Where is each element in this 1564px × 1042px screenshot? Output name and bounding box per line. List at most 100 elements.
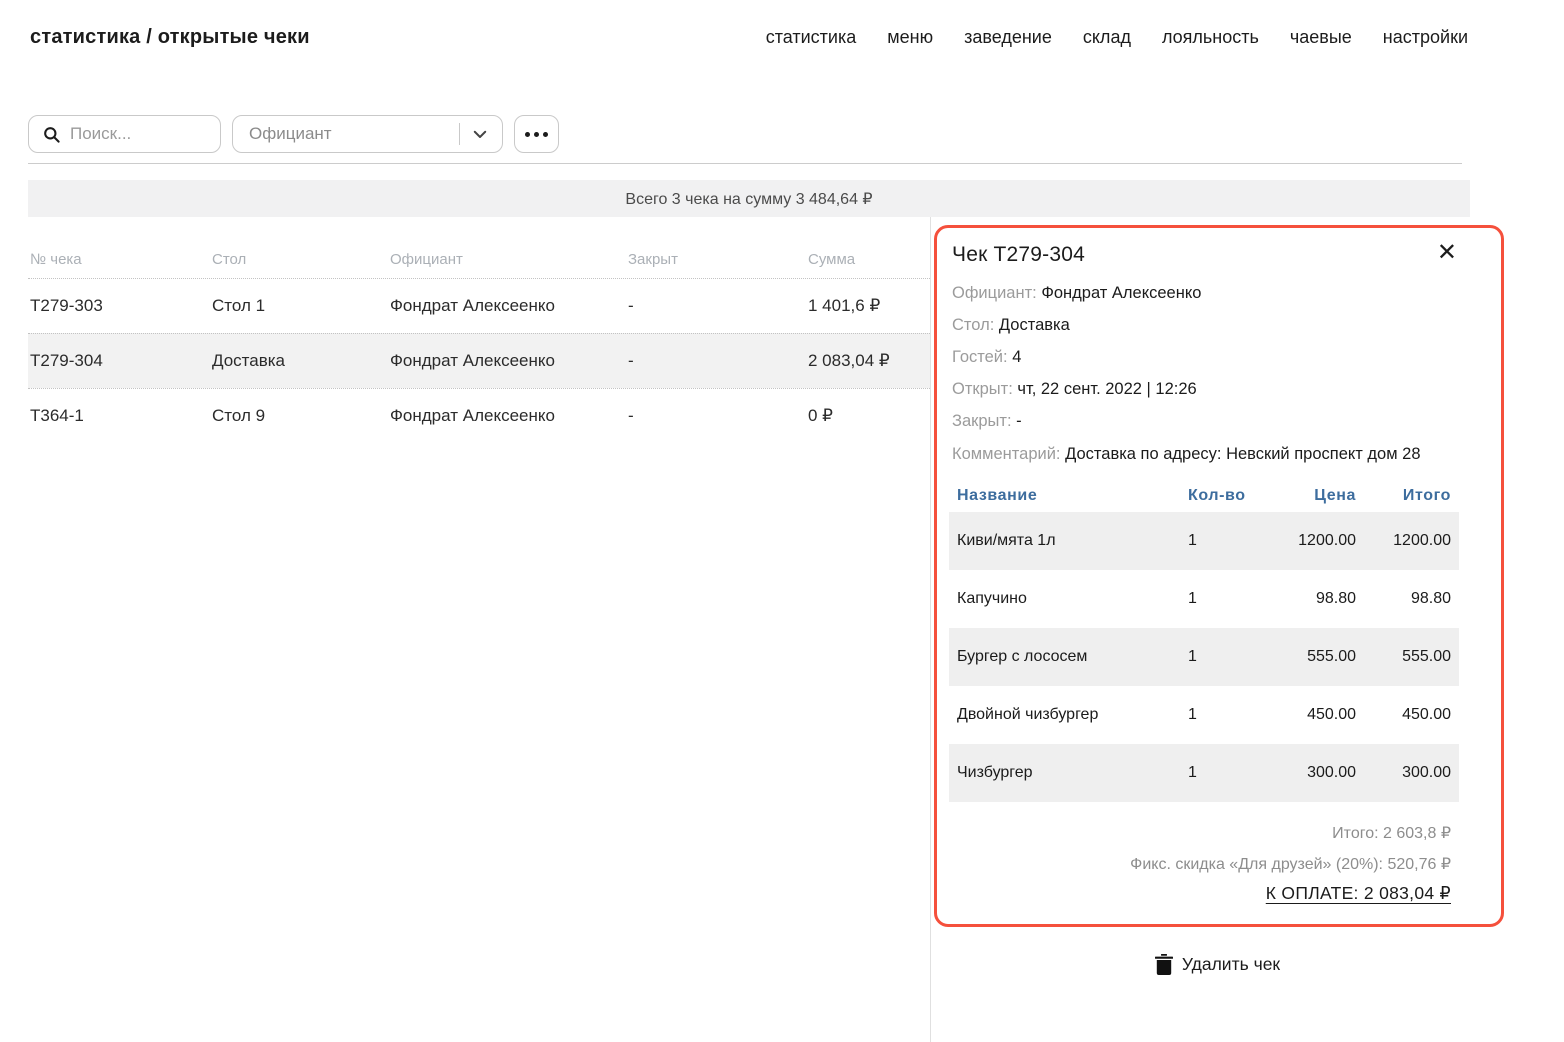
item-qty: 1: [1188, 706, 1256, 724]
table-row[interactable]: T279-303 Стол 1 Фондрат Алексеенко - 1 4…: [28, 278, 930, 333]
nav-item-stock[interactable]: склад: [1083, 27, 1131, 48]
cell-sum: 1 401,6 ₽: [808, 296, 930, 316]
waiter-filter-label: Официант: [249, 124, 332, 144]
field-opened: Открыт: чт, 22 сент. 2022 | 12:26: [952, 373, 1459, 405]
nav-item-menu[interactable]: меню: [887, 27, 933, 48]
item-name: Двойной чизбургер: [957, 706, 1188, 724]
check-title: Чек T279-304: [952, 243, 1085, 267]
item-name: Капучино: [957, 590, 1188, 608]
item-total: 555.00: [1356, 648, 1451, 666]
nav-item-venue[interactable]: заведение: [964, 27, 1052, 48]
nav-item-statistics[interactable]: статистика: [766, 27, 857, 48]
items-col-qty: Кол-во: [1188, 487, 1256, 505]
check-detail-panel: Чек T279-304 ✕ Официант: Фондрат Алексее…: [934, 225, 1504, 927]
items-table-body: Киви/мята 1л 1 1200.00 1200.00 Капучино …: [949, 512, 1459, 802]
check-detail-area: Чек T279-304 ✕ Официант: Фондрат Алексее…: [930, 217, 1564, 1042]
payable-line: К ОПЛАТЕ: 2 083,04 ₽: [949, 883, 1451, 904]
subtotal-line: Итого: 2 603,8 ₽: [949, 818, 1451, 849]
cell-check-number: T279-304: [30, 351, 212, 371]
field-guests: Гостей: 4: [952, 341, 1459, 373]
check-fields: Официант: Фондрат Алексеенко Стол: Доста…: [949, 277, 1459, 466]
item-qty: 1: [1188, 590, 1256, 608]
item-row: Капучино 1 98.80 98.80: [949, 570, 1459, 628]
item-name: Чизбургер: [957, 764, 1188, 782]
cell-closed: -: [628, 406, 808, 426]
table-row[interactable]: T364-1 Стол 9 Фондрат Алексеенко - 0 ₽: [28, 388, 930, 443]
item-name: Бургер с лососем: [957, 648, 1188, 666]
check-totals: Итого: 2 603,8 ₽ Фикс. скидка «Для друзе…: [949, 818, 1459, 904]
field-waiter: Официант: Фондрат Алексеенко: [952, 277, 1459, 309]
col-header-table: Стол: [212, 251, 390, 268]
cell-sum: 0 ₽: [808, 406, 930, 426]
col-header-closed: Закрыт: [628, 251, 808, 268]
search-box[interactable]: [28, 115, 221, 153]
item-row: Чизбургер 1 300.00 300.00: [949, 744, 1459, 802]
item-price: 555.00: [1256, 648, 1356, 666]
filters-toolbar: Официант: [28, 115, 559, 153]
nav-item-loyalty[interactable]: лояльность: [1162, 27, 1259, 48]
col-header-check-number: № чека: [30, 251, 212, 268]
toolbar-divider: [28, 163, 1462, 164]
table-row-selected[interactable]: T279-304 Доставка Фондрат Алексеенко - 2…: [28, 333, 930, 388]
close-icon[interactable]: ✕: [1435, 243, 1459, 263]
select-divider: [459, 123, 460, 145]
item-price: 450.00: [1256, 706, 1356, 724]
chevron-down-icon[interactable]: [471, 125, 489, 143]
page-title: статистика / открытые чеки: [30, 26, 310, 49]
items-col-price: Цена: [1256, 487, 1356, 505]
checks-table-body: T279-303 Стол 1 Фондрат Алексеенко - 1 4…: [28, 278, 930, 443]
delete-check-button[interactable]: Удалить чек: [931, 954, 1504, 975]
col-header-waiter: Официант: [390, 251, 628, 268]
item-qty: 1: [1188, 764, 1256, 782]
item-row: Киви/мята 1л 1 1200.00 1200.00: [949, 512, 1459, 570]
field-closed: Закрыт: -: [952, 405, 1459, 437]
checks-table: № чека Стол Официант Закрыт Сумма T279-3…: [28, 240, 930, 443]
col-header-sum: Сумма: [808, 251, 930, 268]
items-table-header: Название Кол-во Цена Итого: [949, 480, 1459, 512]
item-name: Киви/мята 1л: [957, 532, 1188, 550]
nav-item-tips[interactable]: чаевые: [1290, 27, 1352, 48]
item-row: Бургер с лососем 1 555.00 555.00: [949, 628, 1459, 686]
trash-icon: [1155, 954, 1173, 975]
item-qty: 1: [1188, 648, 1256, 666]
item-total: 98.80: [1356, 590, 1451, 608]
top-header: статистика / открытые чеки статистика ме…: [30, 26, 1468, 49]
item-total: 450.00: [1356, 706, 1451, 724]
summary-bar: Всего 3 чека на сумму 3 484,64 ₽: [28, 180, 1470, 217]
cell-waiter: Фондрат Алексеенко: [390, 296, 628, 316]
item-price: 1200.00: [1256, 532, 1356, 550]
main-nav: статистика меню заведение склад лояльнос…: [766, 27, 1468, 48]
cell-check-number: T279-303: [30, 296, 212, 316]
cell-closed: -: [628, 296, 808, 316]
cell-sum: 2 083,04 ₽: [808, 351, 930, 371]
more-options-icon: [525, 132, 548, 137]
field-comment: Комментарий: Доставка по адресу: Невский…: [952, 437, 1459, 466]
cell-waiter: Фондрат Алексеенко: [390, 406, 628, 426]
items-col-name: Название: [957, 487, 1188, 505]
delete-check-label: Удалить чек: [1182, 954, 1280, 975]
item-price: 98.80: [1256, 590, 1356, 608]
cell-table: Стол 9: [212, 406, 390, 426]
item-price: 300.00: [1256, 764, 1356, 782]
waiter-filter-select[interactable]: Официант: [232, 115, 503, 153]
cell-waiter: Фондрат Алексеенко: [390, 351, 628, 371]
item-total: 1200.00: [1356, 532, 1451, 550]
panel-header: Чек T279-304 ✕: [949, 243, 1459, 267]
search-icon: [42, 125, 61, 144]
checks-table-header: № чека Стол Официант Закрыт Сумма: [28, 240, 930, 278]
cell-table: Доставка: [212, 351, 390, 371]
cell-table: Стол 1: [212, 296, 390, 316]
item-total: 300.00: [1356, 764, 1451, 782]
more-options-button[interactable]: [514, 115, 559, 153]
item-row: Двойной чизбургер 1 450.00 450.00: [949, 686, 1459, 744]
items-table: Название Кол-во Цена Итого Киви/мята 1л …: [949, 480, 1459, 802]
nav-item-settings[interactable]: настройки: [1383, 27, 1468, 48]
field-table: Стол: Доставка: [952, 309, 1459, 341]
search-input[interactable]: [70, 124, 190, 144]
discount-line: Фикс. скидка «Для друзей» (20%): 520,76 …: [949, 849, 1451, 880]
items-col-total: Итого: [1356, 487, 1451, 505]
cell-closed: -: [628, 351, 808, 371]
cell-check-number: T364-1: [30, 406, 212, 426]
item-qty: 1: [1188, 532, 1256, 550]
summary-text: Всего 3 чека на сумму 3 484,64 ₽: [625, 189, 872, 209]
